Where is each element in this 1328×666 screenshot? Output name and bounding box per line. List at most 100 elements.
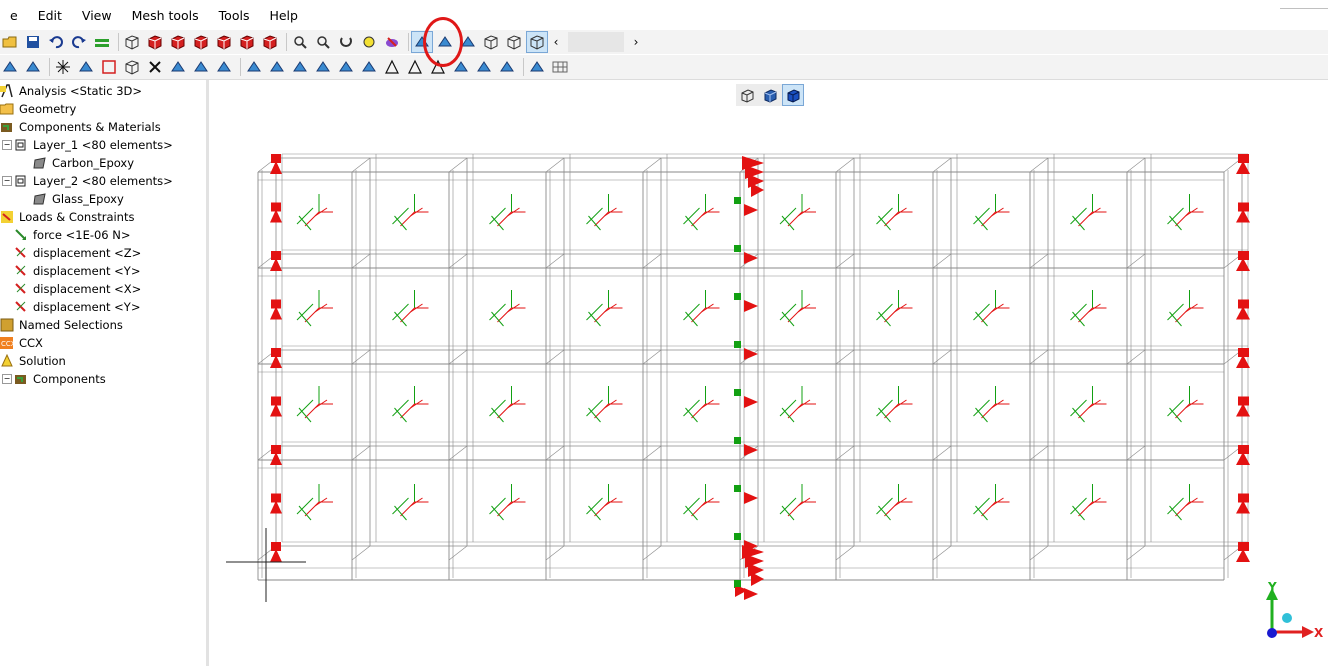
scroll-left-icon[interactable]: ‹ — [550, 35, 562, 49]
menu-edit[interactable]: Edit — [28, 0, 72, 32]
tree-item-named-selections[interactable]: Named Selections — [0, 316, 123, 334]
open-button[interactable] — [0, 32, 20, 52]
mesh-cube-button[interactable] — [526, 31, 548, 53]
triangle-button[interactable] — [405, 57, 425, 77]
red-cube-iso-button[interactable] — [237, 32, 257, 52]
tree-item-displacement-y[interactable]: displacement <Y> — [14, 262, 140, 280]
shaded-view-button[interactable] — [760, 85, 780, 105]
load-node — [734, 245, 741, 252]
tree-item-displacement-y[interactable]: displacement <Y> — [14, 298, 140, 316]
menu-e[interactable]: e — [0, 0, 28, 32]
bracket-button[interactable] — [191, 57, 211, 77]
wireframe-view-button[interactable] — [737, 85, 757, 105]
menu-help[interactable]: Help — [259, 0, 308, 32]
mesh-edge — [1126, 545, 1146, 561]
graphics-viewport[interactable]: YX — [209, 80, 1328, 666]
menu-tools[interactable]: Tools — [209, 0, 260, 32]
edges-button[interactable] — [504, 32, 524, 52]
layer-icon — [15, 175, 26, 187]
flow-button[interactable] — [527, 57, 547, 77]
mesh-edge — [642, 253, 662, 269]
tree-item-components-materials[interactable]: Components & Materials — [0, 118, 161, 136]
mesh-edge — [351, 349, 371, 365]
pick-curve-button[interactable] — [23, 57, 43, 77]
tree-item-label: Layer_1 <80 elements> — [33, 138, 173, 152]
close-x-button[interactable] — [145, 57, 165, 77]
tree-item-layer-2-80-elements[interactable]: − Layer_2 <80 elements> — [2, 172, 173, 190]
red-cube-button[interactable] — [145, 32, 165, 52]
connect-button[interactable] — [214, 57, 234, 77]
film-button[interactable] — [497, 57, 517, 77]
red-cube-top-button[interactable] — [214, 32, 234, 52]
menu-mesh-tools[interactable]: Mesh tools — [122, 0, 209, 32]
triangle-stamp-button[interactable] — [382, 57, 402, 77]
scroll-right-icon[interactable]: › — [630, 35, 642, 49]
tree-item-label: displacement <X> — [33, 282, 142, 296]
zoom-button[interactable] — [313, 32, 333, 52]
align-icon — [171, 61, 185, 72]
save-button[interactable] — [23, 32, 43, 52]
film-icon — [500, 61, 514, 72]
tree-item-displacement-z[interactable]: displacement <Z> — [14, 244, 141, 262]
element-axis-z3 — [588, 311, 601, 327]
mesh-edge — [932, 157, 952, 173]
element-axis-z3 — [781, 311, 795, 327]
arch-button[interactable] — [290, 57, 310, 77]
red-cube-front-button[interactable] — [168, 32, 188, 52]
red-cube-back-button[interactable] — [260, 32, 280, 52]
spline-button[interactable] — [313, 57, 333, 77]
menu-bar: e Edit View Mesh tools Tools Help — [0, 0, 1328, 32]
branch-button[interactable] — [336, 57, 356, 77]
grid-button[interactable] — [550, 57, 570, 77]
zoom-box-button[interactable] — [290, 32, 310, 52]
tree-item-label: CCX — [19, 336, 43, 350]
tree-item-ccx[interactable]: CCX CCX — [0, 334, 43, 352]
tree-item-force-1e-06-n[interactable]: force <1E-06 N> — [14, 226, 131, 244]
menu-view[interactable]: View — [72, 0, 122, 32]
element-axis-z3 — [975, 505, 988, 521]
tree-item-analysis-static-3d[interactable]: Analysis <Static 3D> — [0, 82, 142, 100]
rect-select-button[interactable] — [99, 57, 119, 77]
solid-button[interactable] — [481, 32, 501, 52]
tree-item-components[interactable]: − Components — [2, 370, 106, 388]
node-pick-button[interactable] — [76, 57, 96, 77]
redo-button[interactable] — [69, 32, 89, 52]
pan-button[interactable] — [359, 32, 379, 52]
cube-select-button[interactable] — [122, 57, 142, 77]
analysis-icon — [0, 84, 13, 98]
mesh-edge — [545, 253, 565, 269]
tree-item-geometry[interactable]: Geometry — [0, 100, 76, 118]
mesh-edge — [835, 349, 855, 365]
align-button[interactable] — [168, 57, 188, 77]
shaded-edges-view-button[interactable] — [781, 84, 804, 106]
element-axis-z3 — [1072, 215, 1085, 231]
tree-item-solution[interactable]: Solution — [0, 352, 66, 370]
constraint-square — [1238, 445, 1249, 454]
expand-toggle-icon[interactable]: − — [2, 176, 12, 186]
wireframe-cube-button[interactable] — [122, 32, 142, 52]
mesh-edge — [932, 349, 952, 365]
tree-item-carbon-epoxy[interactable]: Carbon_Epoxy — [33, 154, 134, 172]
red-cube-side-button[interactable] — [191, 32, 211, 52]
tree-item-glass-epoxy[interactable]: Glass_Epoxy — [33, 190, 124, 208]
expand-toggle-icon[interactable]: − — [2, 374, 12, 384]
tree-item-displacement-x[interactable]: displacement <X> — [14, 280, 141, 298]
fork-button[interactable] — [359, 57, 379, 77]
layers-button[interactable] — [92, 32, 112, 52]
load-node — [734, 485, 741, 492]
pointer-button[interactable] — [0, 57, 20, 77]
dish-button[interactable] — [474, 57, 494, 77]
rotate-button[interactable] — [336, 32, 356, 52]
undo-button[interactable] — [46, 32, 66, 52]
tree-item-layer-1-80-elements[interactable]: − Layer_1 <80 elements> — [2, 136, 173, 154]
node-star-button[interactable] — [53, 57, 73, 77]
constraint-square — [1238, 251, 1249, 260]
connect2-button[interactable] — [244, 57, 264, 77]
cube-select-icon — [125, 60, 139, 75]
expand-toggle-icon[interactable]: − — [2, 140, 12, 150]
zoom-box-icon — [294, 36, 307, 49]
mesh-view[interactable]: YX — [209, 80, 1328, 666]
cylinder-button[interactable] — [267, 57, 287, 77]
tree-item-loads-constraints[interactable]: Loads & Constraints — [0, 208, 134, 226]
render-button[interactable] — [382, 32, 402, 52]
